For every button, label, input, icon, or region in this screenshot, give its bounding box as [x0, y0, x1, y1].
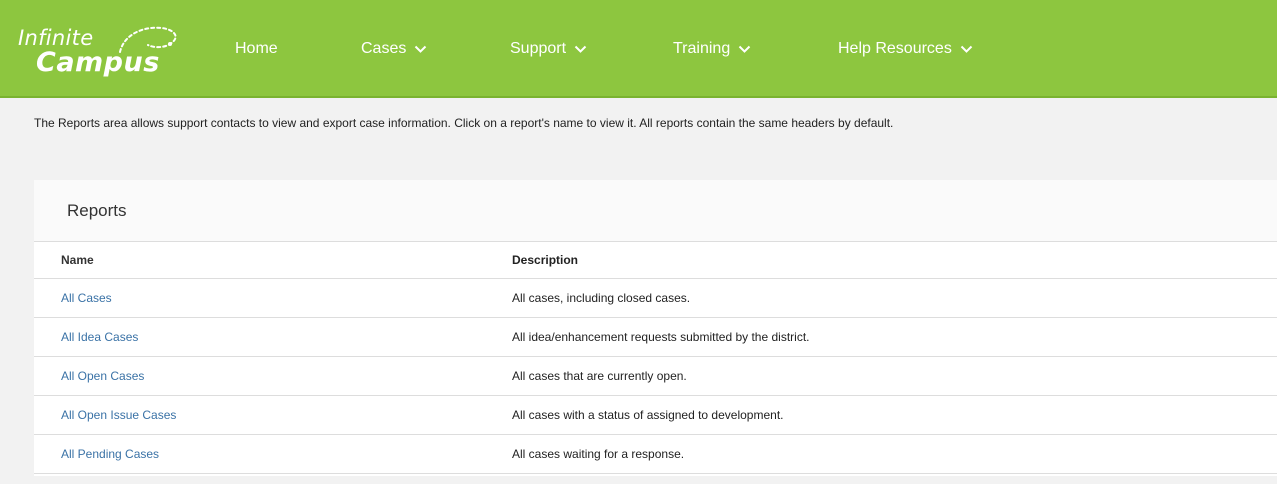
table-row: All Open Issue Cases All cases with a st… — [34, 396, 1277, 435]
report-link-all-pending-cases[interactable]: All Pending Cases — [61, 447, 159, 461]
chevron-down-icon — [960, 45, 973, 54]
report-link-all-idea-cases[interactable]: All Idea Cases — [61, 330, 138, 344]
reports-panel-title: Reports — [34, 180, 1277, 242]
table-header-row: Name Description — [34, 242, 1277, 279]
nav-training-label: Training — [673, 40, 731, 57]
logo-swoosh-icon — [119, 26, 177, 53]
column-header-name: Name — [61, 253, 94, 267]
top-navigation-bar: Infinite Campus Home Cases Support Train… — [0, 0, 1277, 98]
nav-cases[interactable]: Cases — [361, 38, 427, 60]
chevron-down-icon — [574, 45, 587, 54]
nav-cases-label: Cases — [361, 40, 407, 57]
column-header-description: Description — [512, 253, 579, 267]
nav-home-label: Home — [235, 40, 278, 57]
report-description: All cases, including closed cases. — [512, 291, 691, 305]
table-row: All Idea Cases All idea/enhancement requ… — [34, 318, 1277, 357]
reports-intro-text: The Reports area allows support contacts… — [34, 116, 894, 130]
report-link-all-open-issue-cases[interactable]: All Open Issue Cases — [61, 408, 176, 422]
nav-support-label: Support — [510, 40, 567, 57]
report-description: All idea/enhancement requests submitted … — [512, 330, 810, 344]
table-row: All Cases All cases, including closed ca… — [34, 279, 1277, 318]
table-row: All Open Cases All cases that are curren… — [34, 357, 1277, 396]
report-description: All cases waiting for a response. — [512, 447, 685, 461]
reports-panel: Reports Name Description All Cases All c… — [34, 180, 1277, 476]
nav-training[interactable]: Training — [673, 38, 751, 60]
report-description: All cases that are currently open. — [512, 369, 687, 383]
chevron-down-icon — [738, 45, 751, 54]
nav-help-resources[interactable]: Help Resources — [838, 38, 973, 60]
nav-home[interactable]: Home — [235, 38, 278, 60]
nav-support[interactable]: Support — [510, 38, 587, 60]
nav-help-resources-label: Help Resources — [838, 40, 952, 57]
report-link-all-cases[interactable]: All Cases — [61, 291, 112, 305]
report-description: All cases with a status of assigned to d… — [512, 408, 784, 422]
infinite-campus-logo[interactable]: Infinite Campus — [18, 14, 198, 84]
chevron-down-icon — [414, 45, 427, 54]
table-row: All Pending Cases All cases waiting for … — [34, 435, 1277, 474]
report-link-all-open-cases[interactable]: All Open Cases — [61, 369, 144, 383]
